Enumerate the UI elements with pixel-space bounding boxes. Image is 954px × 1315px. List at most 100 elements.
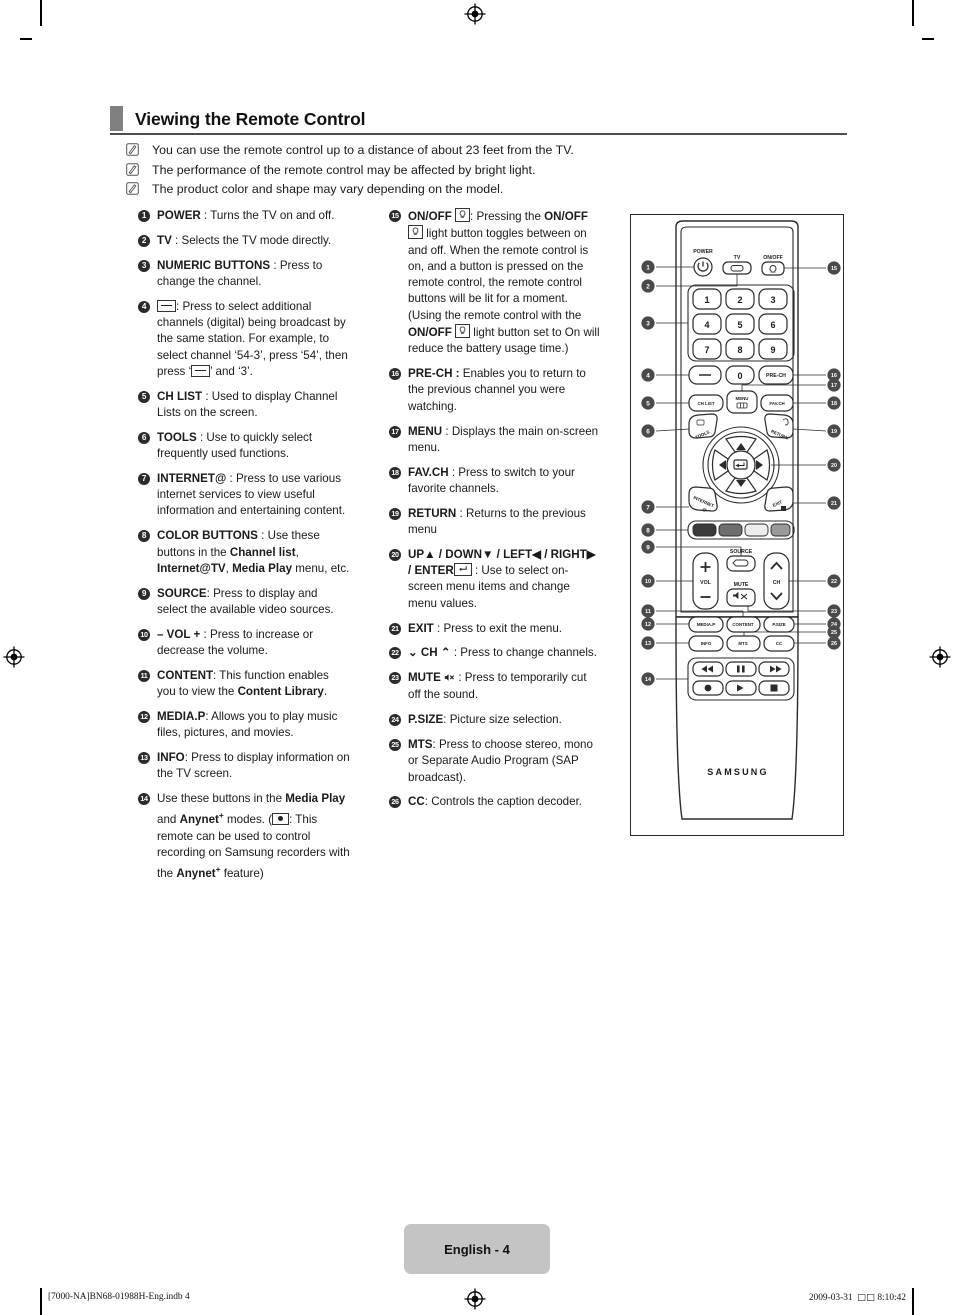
note-text: You can use the remote control up to a d… — [152, 143, 574, 157]
crop-mark-top-left-vertical — [40, 0, 42, 26]
record-key-icon — [272, 813, 290, 826]
list-item: 7 INTERNET@ : Press to use various inter… — [138, 471, 350, 520]
svg-text:18: 18 — [831, 401, 837, 407]
list-item-text: MTS: Press to choose stereo, mono or Sep… — [408, 737, 601, 786]
body-text-tail: menu, etc. — [292, 561, 350, 575]
footer-timestamp: 2009-03-31 □□ 8:10:42 — [809, 1292, 906, 1303]
svg-text:TV: TV — [734, 255, 741, 261]
svg-text:CH LIST: CH LIST — [697, 401, 714, 406]
emphasis-media-play: Media Play — [232, 561, 293, 575]
svg-text:9: 9 — [770, 345, 775, 355]
svg-text:23: 23 — [831, 609, 837, 615]
list-item: 23 MUTE : Press to temporarily cut off t… — [389, 670, 601, 704]
separator: : — [171, 233, 182, 247]
svg-text:9: 9 — [646, 544, 650, 551]
svg-text:ON/OFF: ON/OFF — [763, 255, 783, 261]
body-text: Controls the caption decoder. — [431, 795, 583, 809]
key-label: NUMERIC BUTTONS — [157, 258, 271, 272]
enter-key-icon — [453, 563, 472, 577]
list-item: 16 PRE-CH : Enables you to return to the… — [389, 366, 601, 415]
callout-number: 6 — [138, 431, 150, 444]
list-item: 9 SOURCE: Press to display and select th… — [138, 586, 350, 619]
svg-text:26: 26 — [831, 641, 837, 647]
body-text: Use these buttons in the — [157, 792, 286, 806]
body-text: Turns the TV on and off. — [210, 209, 335, 222]
note-pencil-icon — [126, 141, 140, 156]
list-item-text: : Press to select additional channels (d… — [157, 299, 350, 380]
note-text: The product color and shape may vary dep… — [152, 182, 504, 196]
svg-text:1: 1 — [704, 295, 709, 305]
emphasis-anynet: Anynet+ — [180, 810, 224, 826]
heading-rule — [110, 133, 847, 135]
light-bulb-key-icon — [455, 208, 471, 222]
list-item-text: COLOR BUTTONS : Use these buttons in the… — [157, 528, 350, 577]
dash-key-icon — [157, 299, 176, 312]
callout-number: 4 — [138, 300, 150, 313]
list-item-text: ⌄ CH ⌃ : Press to change channels. — [408, 645, 601, 661]
svg-text:P.SIZE: P.SIZE — [772, 622, 785, 627]
separator: : — [200, 627, 210, 641]
list-item-text: INFO: Press to display information on th… — [157, 750, 350, 783]
body-text-cont: and — [157, 813, 180, 827]
note-item: The performance of the remote control ma… — [126, 161, 846, 181]
list-item: 5 CH LIST : Used to display Channel List… — [138, 389, 350, 422]
key-label: COLOR BUTTONS — [157, 529, 258, 543]
svg-text:PRE-CH: PRE-CH — [766, 373, 786, 379]
list-item-text: MUTE : Press to temporarily cut off the … — [408, 670, 601, 704]
list-item-text: EXIT : Press to exit the menu. — [408, 621, 601, 637]
svg-text:15: 15 — [831, 266, 837, 272]
body-text-cont: light button toggles between on and off.… — [408, 227, 589, 322]
registration-mark-bottom — [464, 1288, 486, 1310]
list-item-text: RETURN : Returns to the previous menu — [408, 506, 601, 539]
svg-text:SAMSUNG: SAMSUNG — [707, 767, 768, 777]
page-title: Viewing the Remote Control — [135, 109, 366, 129]
heading-accent-bar — [110, 106, 123, 131]
list-item-text: NUMERIC BUTTONS : Press to change the ch… — [157, 258, 350, 291]
list-item-text: INTERNET@ : Press to use various interne… — [157, 471, 350, 520]
list-item-text: Use these buttons in the Media Play and … — [157, 791, 350, 882]
footer-file-reference: [7000-NA]BN68-01988H-Eng.indb 4 — [48, 1292, 190, 1302]
svg-text:4: 4 — [704, 320, 709, 330]
list-item: 15 ON/OFF : Pressing the ON/OFF light bu… — [389, 208, 601, 358]
list-item-text: PRE-CH : Enables you to return to the pr… — [408, 366, 601, 415]
svg-text:MTS: MTS — [738, 641, 747, 646]
svg-text:19: 19 — [831, 429, 837, 435]
registration-mark-right — [929, 646, 951, 668]
svg-text:3: 3 — [770, 295, 775, 305]
remote-control-diagram: .bodyline { fill:#fff; stroke:#2b2b2b; s… — [630, 214, 844, 836]
crop-mark-top-right-horizontal — [922, 38, 934, 40]
callout-number: 9 — [138, 587, 150, 600]
svg-text:13: 13 — [645, 641, 651, 647]
callout-number: 14 — [138, 793, 150, 806]
separator: : — [448, 465, 459, 479]
list-item-text: UP▲ / DOWN▼ / LEFT◀ / RIGHT▶ / ENTER : U… — [408, 547, 601, 612]
emphasis-onoff: ON/OFF — [544, 210, 588, 223]
list-item: 10 – VOL + : Press to increase or decrea… — [138, 627, 350, 660]
svg-text:0: 0 — [737, 371, 742, 381]
list-item-text: CONTENT: This function enables you to vi… — [157, 668, 350, 701]
separator: : — [196, 430, 207, 444]
separator: : — [455, 671, 465, 685]
list-item: 17 MENU : Displays the main on-screen me… — [389, 424, 601, 457]
svg-text:2: 2 — [646, 283, 650, 290]
separator: : — [257, 529, 268, 543]
svg-text:5: 5 — [646, 400, 650, 407]
key-label-channel: ⌄ CH ⌃ — [408, 646, 451, 660]
key-label: TOOLS — [157, 430, 197, 444]
svg-text:7: 7 — [646, 504, 650, 511]
list-item-text: MEDIA.P: Allows you to play music files,… — [157, 709, 350, 742]
callout-number: 15 — [389, 210, 401, 222]
callout-number: 12 — [138, 710, 150, 723]
crop-mark-top-right-vertical — [912, 0, 914, 26]
emphasis-anynet: Anynet+ — [176, 864, 220, 880]
emphasis-channel-list: Channel list — [229, 545, 296, 559]
key-label: INFO — [157, 751, 185, 765]
key-label: ON/OFF — [408, 210, 452, 223]
list-item: 21 EXIT : Press to exit the menu. — [389, 621, 601, 637]
callout-number: 11 — [138, 669, 150, 682]
svg-text:25: 25 — [831, 630, 837, 636]
key-label: RETURN — [408, 506, 457, 520]
description-column-right: 15 ON/OFF : Pressing the ON/OFF light bu… — [389, 208, 601, 819]
body-text: Pressing the — [476, 210, 545, 223]
key-label: MUTE — [408, 671, 441, 685]
